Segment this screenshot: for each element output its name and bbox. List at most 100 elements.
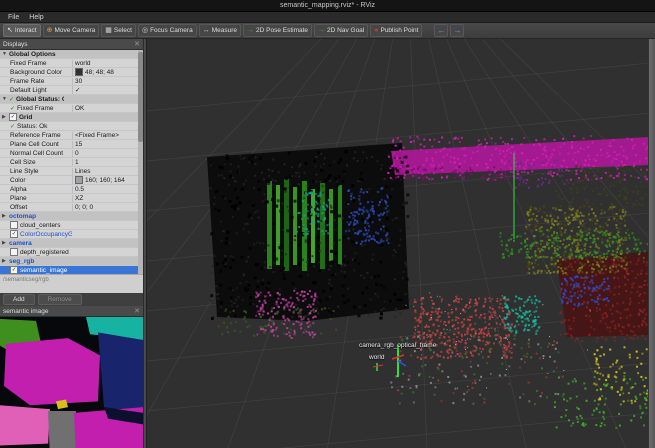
property-name: Status: Ok: [17, 123, 47, 130]
property-name: ColorOccupancyGrid: [20, 231, 72, 238]
display-row[interactable]: Frame Rate30: [0, 77, 138, 86]
close-icon[interactable]: ✕: [134, 307, 140, 315]
scrollbar-thumb[interactable]: [138, 52, 143, 142]
add-display-button[interactable]: Add: [3, 294, 35, 305]
semantic-image-panel-header[interactable]: semantic image ✕: [0, 306, 143, 317]
display-checkbox[interactable]: ✓: [9, 113, 17, 121]
property-value: 48; 48; 48: [85, 69, 114, 76]
toolbar: ↖Interact⊕Move Camera▦Select◎Focus Camer…: [0, 23, 655, 39]
displays-scrollbar[interactable]: [138, 50, 143, 274]
property-name: seg_rgb: [9, 258, 34, 265]
expander-icon[interactable]: ▼: [2, 51, 7, 57]
display-row[interactable]: Alpha0.5: [0, 185, 138, 194]
semantic-image-view[interactable]: [0, 317, 143, 448]
expander-icon[interactable]: ▶: [2, 213, 7, 219]
select-icon: ▦: [105, 27, 112, 34]
tool-2d-nav-goal[interactable]: →2D Nav Goal: [314, 24, 368, 37]
display-row[interactable]: ▶camera: [0, 239, 138, 248]
display-checkbox[interactable]: [10, 248, 18, 256]
property-name: Alpha: [10, 186, 27, 193]
display-row[interactable]: ✓semantic_image: [0, 266, 138, 274]
property-name: Fixed Frame: [10, 60, 46, 67]
property-name: Default Light: [10, 87, 47, 94]
display-checkbox[interactable]: ✓: [10, 266, 18, 274]
property-name: Fixed Frame: [17, 105, 53, 112]
display-row[interactable]: ▼✓Global Status: Ok: [0, 95, 138, 104]
property-value: Lines: [75, 168, 91, 175]
toolbar-tools: ↖Interact⊕Move Camera▦Select◎Focus Camer…: [3, 24, 422, 37]
tool-label: 2D Pose Estimate: [256, 27, 308, 34]
close-icon[interactable]: ✕: [134, 40, 140, 48]
display-row[interactable]: Color160; 160; 164: [0, 176, 138, 185]
display-row[interactable]: PlaneXZ: [0, 194, 138, 203]
property-name: Plane: [10, 195, 27, 202]
property-name: Grid: [19, 114, 32, 121]
displays-tree: ▼Global OptionsFixed FrameworldBackgroun…: [0, 50, 138, 274]
focus-camera-icon: ◎: [142, 27, 148, 34]
tool-select[interactable]: ▦Select: [101, 24, 136, 37]
move-camera-icon: ⊕: [47, 27, 53, 34]
color-swatch: [75, 68, 83, 76]
display-row[interactable]: ▼Global Options: [0, 50, 138, 59]
interact-icon: ↖: [7, 27, 13, 34]
display-row[interactable]: Reference Frame<Fixed Frame>: [0, 131, 138, 140]
forward-arrow-icon[interactable]: →: [450, 24, 464, 37]
display-row[interactable]: Cell Size1: [0, 158, 138, 167]
property-value: 1: [75, 159, 79, 166]
display-row[interactable]: ▶octomap: [0, 212, 138, 221]
back-arrow-icon[interactable]: ←: [434, 24, 448, 37]
menu-help[interactable]: Help: [29, 14, 43, 21]
property-value: OK: [75, 105, 84, 112]
2d-nav-goal-icon: →: [318, 27, 325, 34]
display-row[interactable]: Background Color 48; 48; 48: [0, 68, 138, 77]
property-name: depth_registered: [20, 249, 69, 256]
property-name: cloud_centers: [20, 222, 60, 229]
property-name: Background Color: [10, 69, 62, 76]
display-row[interactable]: ✓Status: Ok: [0, 122, 138, 131]
semantic-image-canvas: [0, 317, 143, 448]
display-row[interactable]: Line Style Lines: [0, 167, 138, 176]
menu-file[interactable]: File: [8, 14, 19, 21]
display-row[interactable]: cloud_centers: [0, 221, 138, 230]
display-row[interactable]: Plane Cell Count15: [0, 140, 138, 149]
display-row[interactable]: Fixed Frameworld: [0, 59, 138, 68]
display-row[interactable]: ▶seg_rgb: [0, 257, 138, 266]
2d-pose-estimate-icon: →: [247, 27, 254, 34]
expander-icon[interactable]: ▶: [2, 258, 7, 264]
display-checkbox[interactable]: [10, 221, 18, 229]
tool-label: Interact: [15, 27, 37, 34]
property-value: 15: [75, 141, 82, 148]
viewport-canvas: [147, 39, 648, 448]
displays-buttons: Add Remove: [0, 293, 143, 306]
tool-label: Publish Point: [380, 27, 418, 34]
display-row[interactable]: ▶✓Grid: [0, 113, 138, 122]
property-name: Global Status: Ok: [16, 96, 64, 103]
status-ok-icon: ✓: [9, 96, 14, 103]
property-name: Line Style: [10, 168, 39, 175]
tool-measure[interactable]: ↔Measure: [199, 24, 241, 37]
display-row[interactable]: Offset0; 0; 0: [0, 203, 138, 212]
tool-interact[interactable]: ↖Interact: [3, 24, 41, 37]
display-row[interactable]: Normal Cell Count0: [0, 149, 138, 158]
expander-icon[interactable]: ▶: [2, 240, 7, 246]
display-row[interactable]: depth_registered: [0, 248, 138, 257]
display-row[interactable]: Default Light✓: [0, 86, 138, 95]
tool-label: Measure: [212, 27, 237, 34]
tool-publish-point[interactable]: ●Publish Point: [370, 24, 422, 37]
3d-viewport[interactable]: camera_rgb_optical_frame world: [146, 39, 648, 448]
property-help-text: /semanticseg/rgb: [0, 274, 143, 293]
status-ok-icon: ✓: [10, 123, 15, 130]
right-panel-splitter[interactable]: [648, 39, 655, 448]
tool-2d-pose-estimate[interactable]: →2D Pose Estimate: [243, 24, 312, 37]
display-row[interactable]: ✓ColorOccupancyGrid: [0, 230, 138, 239]
tool-focus-camera[interactable]: ◎Focus Camera: [138, 24, 197, 37]
tool-move-camera[interactable]: ⊕Move Camera: [43, 24, 100, 37]
measure-icon: ↔: [203, 27, 210, 34]
displays-panel-header[interactable]: Displays ✕: [0, 39, 143, 50]
remove-display-button[interactable]: Remove: [38, 294, 82, 305]
expander-icon[interactable]: ▼: [2, 96, 7, 102]
title-bar[interactable]: semantic_mapping.rviz* - RViz: [0, 0, 655, 12]
expander-icon[interactable]: ▶: [2, 114, 7, 120]
display-checkbox[interactable]: ✓: [10, 230, 18, 238]
display-row[interactable]: ✓Fixed FrameOK: [0, 104, 138, 113]
